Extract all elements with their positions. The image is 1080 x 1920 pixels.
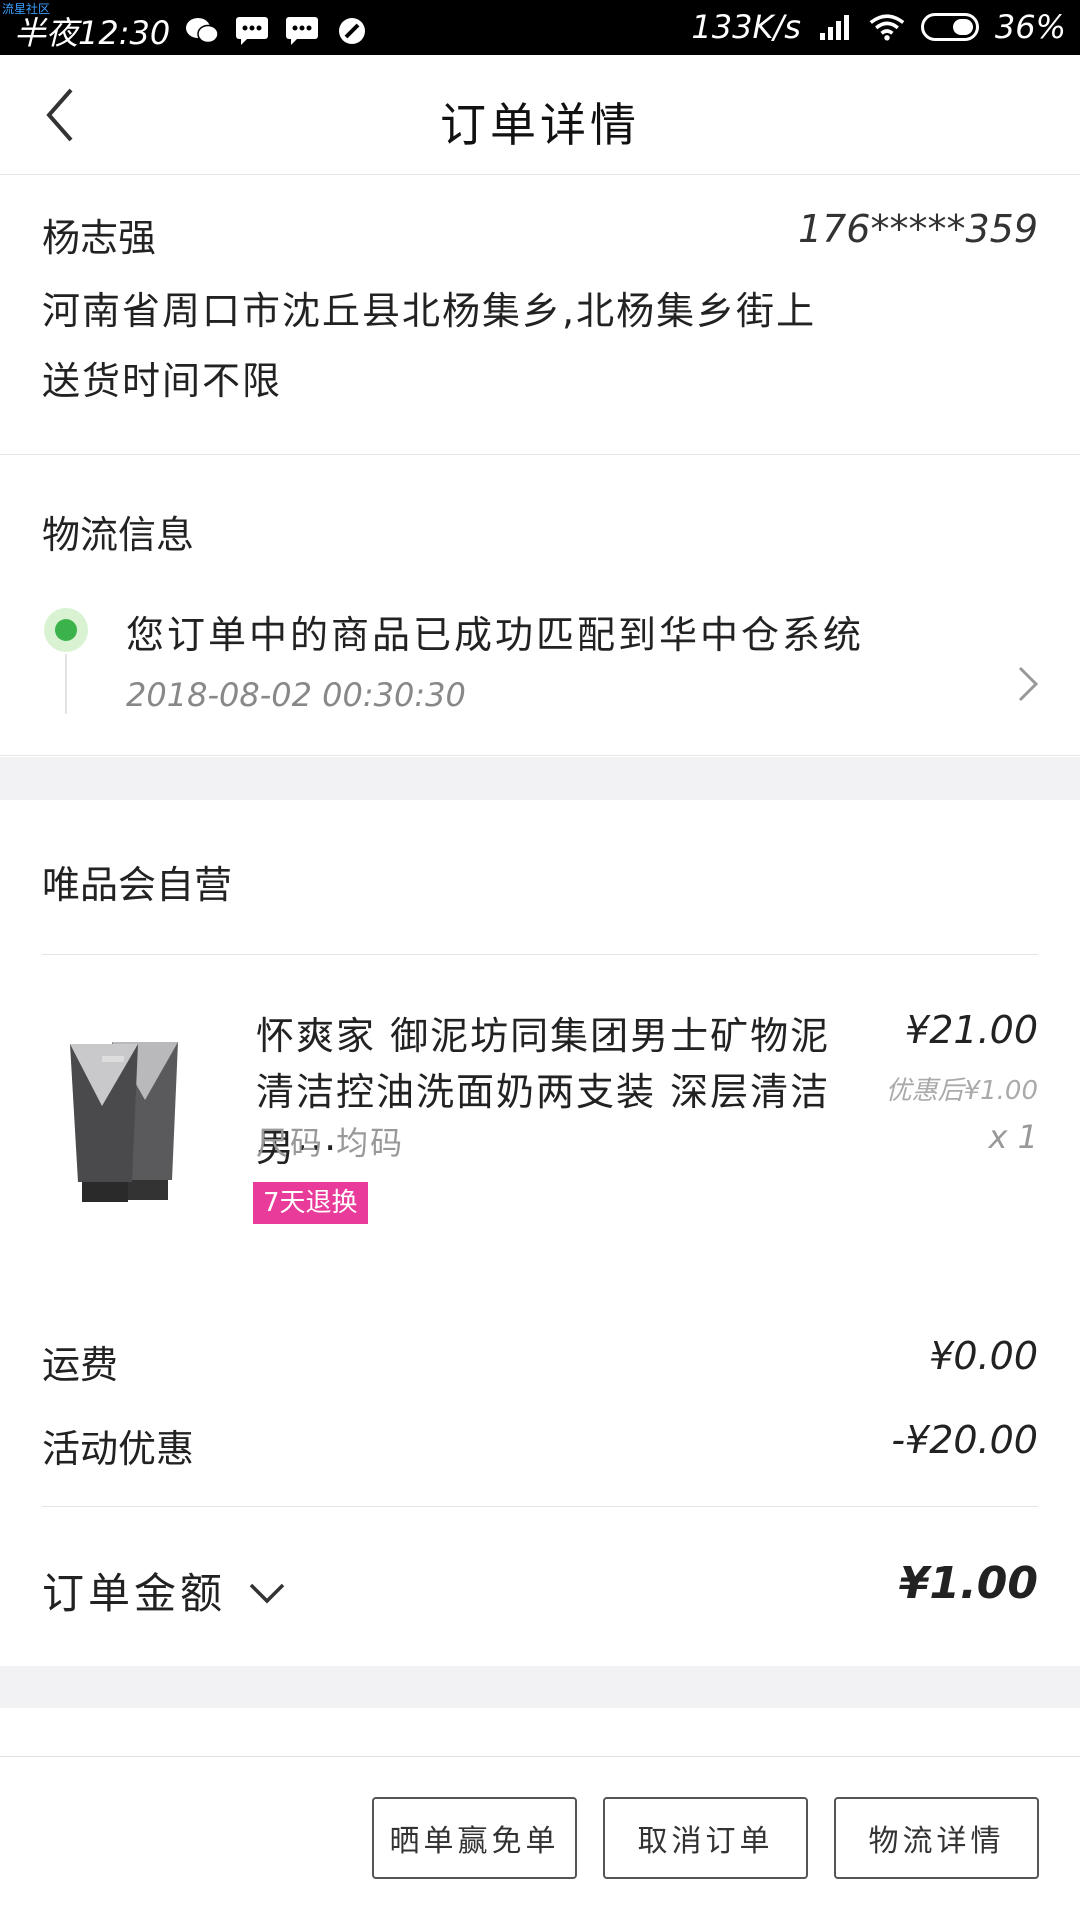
product-price: ¥21.00 — [905, 1008, 1038, 1052]
recipient-name: 杨志强 — [42, 216, 157, 260]
shipping-value: ¥0.00 — [929, 1334, 1038, 1378]
message-icon — [234, 16, 270, 46]
section-gap — [0, 757, 1080, 800]
section-gap — [0, 1666, 1080, 1708]
battery-icon — [920, 13, 979, 41]
delivery-time: 送货时间不限 — [42, 359, 283, 403]
promo-value: -¥20.00 — [891, 1418, 1038, 1462]
store-name: 唯品会自营 — [42, 863, 233, 907]
wifi-icon — [869, 12, 905, 42]
total-toggle[interactable]: 订单金额 — [42, 1560, 286, 1621]
status-dot-icon — [44, 608, 88, 652]
header: 订单详情 — [0, 55, 1080, 175]
blocked-icon — [334, 16, 370, 46]
network-speed: 133K/s — [691, 8, 801, 46]
chevron-right-icon[interactable] — [1012, 664, 1042, 704]
product-size: 尺码 均码 — [256, 1124, 405, 1162]
cancel-order-button[interactable]: 取消订单 — [603, 1797, 808, 1879]
signal-icon — [817, 12, 853, 42]
action-bar: 晒单赢免单 取消订单 物流详情 — [0, 1756, 1080, 1920]
status-time: 半夜12:30 — [14, 14, 171, 52]
address-line: 河南省周口市沈丘县北杨集乡,北杨集乡街上 — [42, 289, 817, 333]
promo-label: 活动优惠 — [42, 1427, 195, 1471]
shipping-label: 运费 — [42, 1343, 119, 1387]
share-order-button[interactable]: 晒单赢免单 — [372, 1797, 577, 1879]
wechat-icon — [184, 16, 220, 46]
logistics-section[interactable]: 物流信息 您订单中的商品已成功匹配到华中仓系统 2018-08-02 00:30… — [0, 456, 1080, 756]
address-section: 杨志强 176*****359 河南省周口市沈丘县北杨集乡,北杨集乡街上 送货时… — [0, 175, 1080, 455]
chevron-down-icon — [248, 1566, 286, 1615]
logistics-message: 您订单中的商品已成功匹配到华中仓系统 — [126, 613, 865, 657]
divider — [42, 954, 1038, 955]
return-badge: 7天退换 — [253, 1182, 368, 1224]
battery-level: 36% — [994, 8, 1066, 46]
product-quantity: x 1 — [988, 1118, 1038, 1156]
total-label: 订单金额 — [42, 1569, 227, 1618]
total-value: ¥1.00 — [898, 1558, 1038, 1609]
logistics-detail-button[interactable]: 物流详情 — [834, 1797, 1039, 1879]
divider — [42, 1506, 1038, 1507]
logistics-title: 物流信息 — [42, 513, 195, 557]
product-image[interactable] — [60, 1030, 195, 1205]
logistics-time: 2018-08-02 00:30:30 — [126, 676, 466, 714]
page-title: 订单详情 — [440, 98, 640, 152]
message-icon — [284, 16, 320, 46]
product-discount-price: 优惠后¥1.00 — [885, 1076, 1038, 1106]
timeline-line — [65, 654, 67, 714]
recipient-phone: 176*****359 — [797, 207, 1038, 251]
status-bar: 流星社区 半夜12:30 133K/s 36% — [0, 0, 1080, 55]
